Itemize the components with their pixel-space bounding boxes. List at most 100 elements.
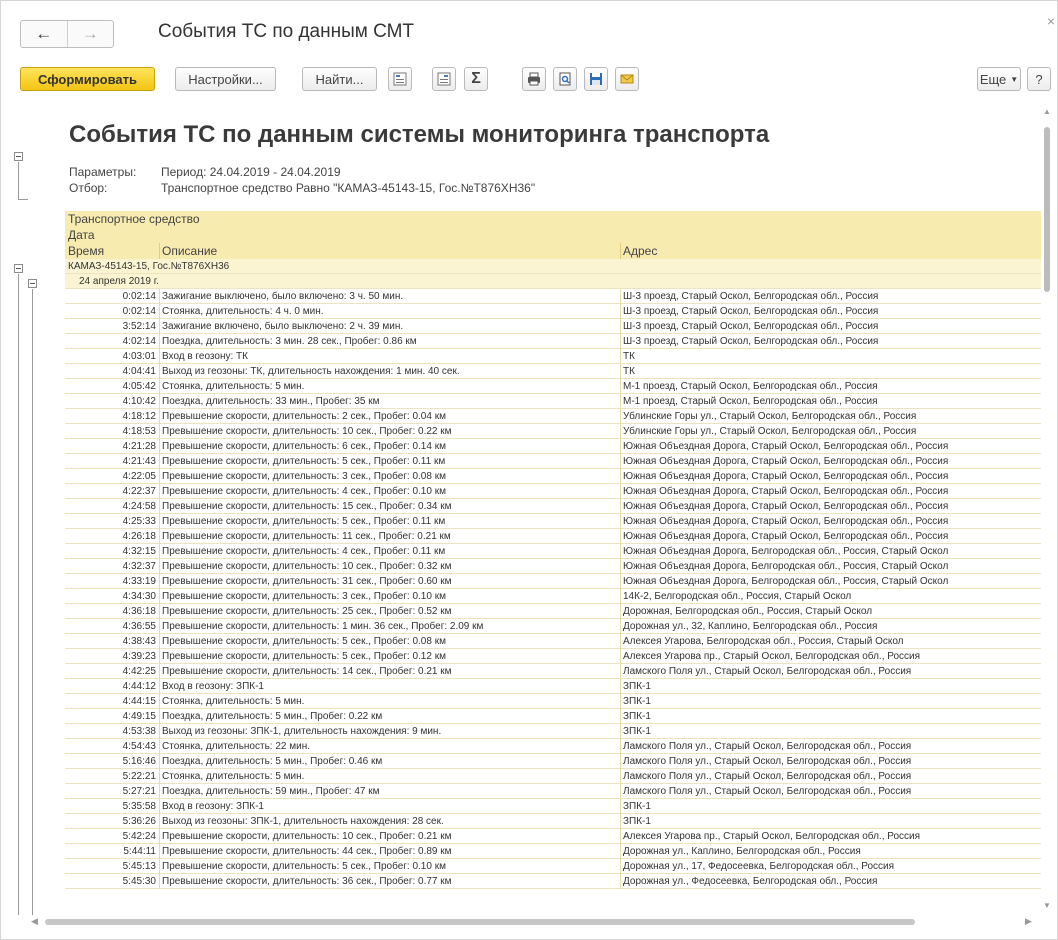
event-address: Алексея Угарова пр., Старый Оскол, Белго… [623, 831, 921, 842]
group-collapse-button[interactable] [388, 67, 412, 91]
table-row[interactable]: 5:45:30 Превышение скорости, длительность… [65, 874, 1041, 889]
table-row[interactable]: 4:42:25 Превышение скорости, длительность… [65, 664, 1041, 679]
table-row[interactable]: 5:22:21 Стоянка, длительность: 5 мин. Ламс… [65, 769, 1041, 784]
table-row[interactable]: 5:44:11 Превышение скорости, длительность… [65, 844, 1041, 859]
event-description: Превышение скорости, длительность: 10 се… [162, 831, 452, 842]
event-time: 4:03:01 [122, 351, 156, 362]
event-time: 4:42:25 [122, 666, 156, 677]
table-row[interactable]: 5:35:58 Вход в геозону: ЗПК-1 ЗПК-1 [65, 799, 1041, 814]
table-row[interactable]: 5:16:46 Поездка, длительность: 5 мин., Пр… [65, 754, 1041, 769]
event-address: Южная Объездная Дорога, Белгородская обл… [623, 546, 949, 557]
event-description: Превышение скорости, длительность: 10 се… [162, 426, 452, 437]
event-description: Превышение скорости, длительность: 14 се… [162, 666, 452, 677]
report-window: ← → События ТС по данным СМТ × Сформиров… [0, 0, 1058, 940]
collapse-date-toggle[interactable] [28, 279, 37, 288]
table-row[interactable]: 4:32:15 Превышение скорости, длительность… [65, 544, 1041, 559]
event-time: 5:45:13 [122, 861, 156, 872]
save-button[interactable] [584, 67, 608, 91]
more-button[interactable]: Еще ▼ [977, 67, 1021, 91]
table-row[interactable]: 4:05:42 Стоянка, длительность: 5 мин. М-1 … [65, 379, 1041, 394]
table-row[interactable]: 4:54:43 Стоянка, длительность: 22 мин. Лам… [65, 739, 1041, 754]
event-description: Поездка, длительность: 3 мин. 28 сек., П… [162, 336, 417, 347]
table-row[interactable]: 4:22:37 Превышение скорости, длительность… [65, 484, 1041, 499]
column-separator [159, 379, 160, 394]
vertical-scroll-thumb[interactable] [1044, 127, 1050, 292]
outline-line [32, 289, 33, 915]
column-separator [620, 349, 621, 364]
table-row[interactable]: 4:44:15 Стоянка, длительность: 5 мин. ЗПК-… [65, 694, 1041, 709]
vertical-scrollbar[interactable]: ▲ ▼ [1041, 105, 1053, 915]
column-separator [159, 289, 160, 304]
sum-button[interactable]: Σ [464, 67, 488, 91]
table-row[interactable]: 4:36:55 Превышение скорости, длительность… [65, 619, 1041, 634]
table-row[interactable]: 4:10:42 Поездка, длительность: 33 мин., П… [65, 394, 1041, 409]
scroll-down-icon[interactable]: ▼ [1043, 901, 1051, 910]
collapse-vehicle-toggle[interactable] [14, 264, 23, 273]
table-row[interactable]: 4:34:30 Превышение скорости, длительность… [65, 589, 1041, 604]
event-time: 4:44:12 [122, 681, 156, 692]
back-button[interactable]: ← [21, 21, 67, 47]
table-row[interactable]: 4:03:01 Вход в геозону: ТК ТК [65, 349, 1041, 364]
generate-button[interactable]: Сформировать [20, 67, 155, 91]
table-row[interactable]: 4:18:12 Превышение скорости, длительность… [65, 409, 1041, 424]
report-title: События ТС по данным системы мониторинга… [69, 121, 770, 148]
collapse-header-toggle[interactable] [14, 152, 23, 161]
table-row[interactable]: 0:02:14 Стоянка, длительность: 4 ч. 0 мин… [65, 304, 1041, 319]
event-address: Южная Объездная Дорога, Старый Оскол, Бе… [623, 486, 949, 497]
table-row[interactable]: 3:52:14 Зажигание включено, было выключен… [65, 319, 1041, 334]
event-address: 14К-2, Белгородская обл., Россия, Старый… [623, 591, 852, 602]
event-time: 4:44:15 [122, 696, 156, 707]
group-expand-button[interactable] [432, 67, 456, 91]
forward-button[interactable]: → [66, 21, 114, 47]
table-row[interactable]: 4:22:05 Превышение скорости, длительность… [65, 469, 1041, 484]
horizontal-scroll-thumb[interactable] [45, 919, 915, 925]
table-row[interactable]: 4:04:41 Выход из геозоны: ТК, длительност… [65, 364, 1041, 379]
event-time: 4:04:41 [122, 366, 156, 377]
event-address: ТК [623, 351, 635, 362]
table-row[interactable]: 4:38:43 Превышение скорости, длительность… [65, 634, 1041, 649]
column-separator [159, 649, 160, 664]
table-row[interactable]: 4:21:28 Превышение скорости, длительность… [65, 439, 1041, 454]
horizontal-scrollbar[interactable]: ◀ ▶ [29, 915, 1039, 929]
column-separator [159, 514, 160, 529]
table-row[interactable]: 4:53:38 Выход из геозоны: ЗПК-1, длительн… [65, 724, 1041, 739]
table-row[interactable]: 4:33:19 Превышение скорости, длительность… [65, 574, 1041, 589]
table-row[interactable]: 4:02:14 Поездка, длительность: 3 мин. 28 … [65, 334, 1041, 349]
column-separator [159, 634, 160, 649]
table-row[interactable]: 4:39:23 Превышение скорости, длительность… [65, 649, 1041, 664]
table-row[interactable]: 4:25:33 Превышение скорости, длительность… [65, 514, 1041, 529]
table-row[interactable]: 4:36:18 Превышение скорости, длительность… [65, 604, 1041, 619]
column-separator [159, 243, 160, 259]
event-time: 4:22:05 [122, 471, 156, 482]
table-row[interactable]: 0:02:14 Зажигание выключено, было включен… [65, 289, 1041, 304]
preview-button[interactable] [553, 67, 577, 91]
column-separator [159, 319, 160, 334]
column-separator [159, 544, 160, 559]
table-row[interactable]: 4:32:37 Превышение скорости, длительность… [65, 559, 1041, 574]
table-row[interactable]: 5:36:26 Выход из геозоны: ЗПК-1, длительн… [65, 814, 1041, 829]
column-separator [159, 409, 160, 424]
scroll-left-icon[interactable]: ◀ [31, 916, 38, 927]
table-row[interactable]: 5:45:13 Превышение скорости, длительность… [65, 859, 1041, 874]
scroll-right-icon[interactable]: ▶ [1025, 916, 1032, 927]
send-email-button[interactable] [615, 67, 639, 91]
settings-button[interactable]: Настройки... [175, 67, 276, 91]
scroll-up-icon[interactable]: ▲ [1043, 107, 1051, 116]
close-icon[interactable]: × [1047, 13, 1055, 29]
print-button[interactable] [522, 67, 546, 91]
column-separator [620, 784, 621, 799]
table-row[interactable]: 4:49:15 Поездка, длительность: 5 мин., Пр… [65, 709, 1041, 724]
table-row[interactable]: 4:21:43 Превышение скорости, длительность… [65, 454, 1041, 469]
table-row[interactable]: 4:18:53 Превышение скорости, длительность… [65, 424, 1041, 439]
vehicle-group-row[interactable]: КАМАЗ-45143-15, Гос.№Т876ХН36 [65, 259, 1041, 274]
table-row[interactable]: 4:26:18 Превышение скорости, длительность… [65, 529, 1041, 544]
column-separator [620, 379, 621, 394]
event-address: Ламского Поля ул., Старый Оскол, Белгоро… [623, 741, 912, 752]
table-row[interactable]: 4:44:12 Вход в геозону: ЗПК-1 ЗПК-1 [65, 679, 1041, 694]
date-group-row[interactable]: 24 апреля 2019 г. [65, 274, 1041, 289]
table-row[interactable]: 5:42:24 Превышение скорости, длительность… [65, 829, 1041, 844]
find-button[interactable]: Найти... [302, 67, 377, 91]
table-row[interactable]: 5:27:21 Поездка, длительность: 59 мин., П… [65, 784, 1041, 799]
help-button[interactable]: ? [1027, 67, 1051, 91]
table-row[interactable]: 4:24:58 Превышение скорости, длительность… [65, 499, 1041, 514]
